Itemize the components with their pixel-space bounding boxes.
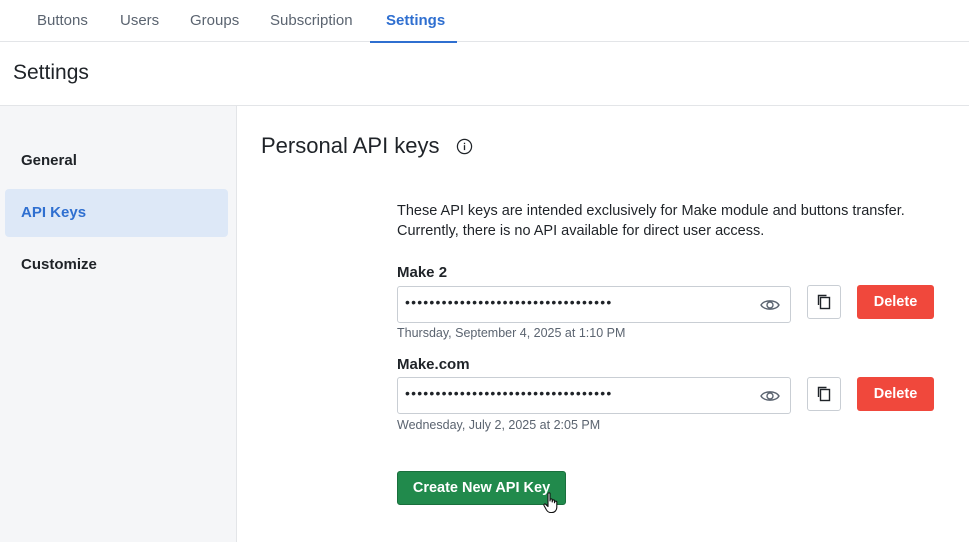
sidebar-item-customize[interactable]: Customize [5, 241, 228, 289]
description-line-2: Currently, there is no API available for… [397, 223, 765, 239]
sidebar-item-api-keys[interactable]: API Keys [5, 189, 228, 237]
key-created-date: Wednesday, July 2, 2025 at 2:05 PM [397, 418, 601, 432]
sidebar-item-general[interactable]: General [5, 137, 228, 185]
copy-button[interactable] [807, 285, 841, 319]
delete-button[interactable]: Delete [857, 285, 934, 319]
section-title: Personal API keys [261, 133, 440, 158]
eye-icon[interactable] [760, 388, 780, 404]
description-line-1: These API keys are intended exclusively … [397, 203, 905, 219]
delete-button[interactable]: Delete [857, 377, 934, 411]
tab-users[interactable]: Users [104, 0, 175, 42]
copy-icon [817, 386, 831, 402]
api-key-field[interactable]: •••••••••••••••••••••••••••••••••• [397, 377, 791, 414]
tab-settings[interactable]: Settings [370, 0, 457, 43]
key-name: Make 2 [397, 264, 448, 281]
info-icon[interactable] [456, 138, 473, 155]
key-created-date: Thursday, September 4, 2025 at 1:10 PM [397, 326, 626, 340]
copy-button[interactable] [807, 377, 841, 411]
page-header: Settings [0, 42, 969, 106]
tab-buttons[interactable]: Buttons [21, 0, 104, 42]
key-name: Make.com [397, 356, 470, 373]
tab-subscription[interactable]: Subscription [254, 0, 369, 42]
api-key-masked-value: •••••••••••••••••••••••••••••••••• [405, 294, 613, 310]
api-keys-description: These API keys are intended exclusively … [397, 201, 957, 241]
hand-cursor-icon [543, 492, 558, 514]
page-title: Settings [13, 61, 89, 84]
api-key-masked-value: •••••••••••••••••••••••••••••••••• [405, 385, 613, 401]
api-key-field[interactable]: •••••••••••••••••••••••••••••••••• [397, 286, 791, 323]
copy-icon [817, 294, 831, 310]
tab-groups[interactable]: Groups [174, 0, 255, 42]
create-api-key-button[interactable]: Create New API Key [397, 471, 566, 505]
top-nav: Buttons Users Groups Subscription Settin… [0, 0, 969, 43]
eye-icon[interactable] [760, 297, 780, 313]
settings-sidebar: General API Keys Customize [0, 106, 237, 542]
